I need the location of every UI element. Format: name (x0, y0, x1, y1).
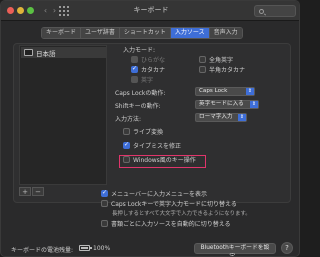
battery-label: キーボードの電池残量: (11, 247, 74, 254)
tab-dictation[interactable]: 音声入力 (209, 28, 242, 38)
mode-fullwidth-alpha-checkbox[interactable] (199, 56, 206, 63)
battery-icon (79, 245, 92, 251)
mode-alphanumeric: 英字 (131, 75, 153, 84)
battery-percent: 100% (93, 245, 111, 252)
tab-user-dictionary[interactable]: ユーザ辞書 (81, 28, 120, 38)
shift-popup[interactable]: 英字モードに入る ⇕ (195, 100, 259, 109)
menu-bar-option[interactable]: メニューバーに入力メニューを表示 (101, 189, 207, 198)
popup-arrows-icon: ⇕ (246, 88, 254, 95)
help-icon[interactable]: ? (281, 242, 293, 254)
menu-bar-checkbox[interactable] (101, 189, 108, 197)
remove-source-button[interactable]: − (32, 187, 44, 196)
list-item-label: 日本語 (36, 50, 56, 58)
input-sources-list[interactable]: 日本語 (19, 45, 107, 185)
mode-fullwidth-alpha[interactable]: 全角英字 (199, 55, 233, 64)
mode-alphanumeric-checkbox (131, 76, 138, 83)
caps-lock-label: Caps Lockの動作: (115, 90, 166, 97)
tab-keyboard[interactable]: キーボード (42, 28, 82, 38)
tab-bar: キーボード ユーザ辞書 ショートカット 入力ソース 音声入力 (41, 27, 243, 39)
keyboard-preferences-window: ‹ › キーボード キーボード ユーザ辞書 ショートカット 入力ソース 音声入力… (0, 0, 300, 257)
mode-katakana-checkbox[interactable] (131, 65, 138, 73)
list-item-japanese[interactable]: 日本語 (21, 47, 107, 58)
caps-lock-popup[interactable]: Caps Lock ⇕ (195, 87, 255, 96)
tab-shortcuts[interactable]: ショートカット (119, 28, 171, 38)
caps-switch-checkbox[interactable] (101, 200, 108, 207)
title-bar: ‹ › キーボード (1, 1, 299, 21)
live-conversion-option[interactable]: ライブ変換 (123, 127, 163, 136)
search-icon (259, 9, 264, 14)
mode-hiragana-checkbox (131, 56, 138, 63)
typo-fix-checkbox[interactable] (123, 141, 130, 149)
live-conversion-checkbox[interactable] (123, 128, 130, 135)
footer: キーボードの電池残量: 100% Bluetoothキーボードを設定... ? (1, 207, 299, 256)
input-method-popup[interactable]: ローマ字入力 ⇕ (195, 113, 247, 122)
add-source-button[interactable]: + (19, 187, 31, 196)
live-conversion-highlight (119, 155, 206, 168)
tab-input-sources[interactable]: 入力ソース (170, 28, 210, 38)
input-method-label: 入力方法: (115, 116, 142, 123)
mode-halfwidth-katakana-checkbox[interactable] (199, 66, 206, 73)
mode-hiragana: ひらがな (131, 55, 165, 64)
language-flag-icon (24, 49, 33, 56)
input-mode-label: 入力モード: (123, 47, 156, 54)
popup-arrows-icon: ⇕ (250, 101, 258, 108)
popup-arrows-icon: ⇕ (238, 114, 246, 121)
mode-katakana[interactable]: カタカナ (131, 65, 165, 74)
shift-label: Shiftキーの動作: (115, 103, 161, 110)
mode-halfwidth-katakana[interactable]: 半角カタカナ (199, 65, 245, 74)
list-buttons: + − (19, 187, 45, 197)
search-field[interactable] (254, 5, 296, 17)
input-source-settings: 入力モード: ひらがな 全角英字 カタカナ 半角カタカナ 英字 Caps Loc… (111, 45, 289, 193)
typo-fix-option[interactable]: タイプミスを修正 (123, 141, 181, 150)
bluetooth-keyboard-button[interactable]: Bluetoothキーボードを設定... (194, 243, 276, 256)
